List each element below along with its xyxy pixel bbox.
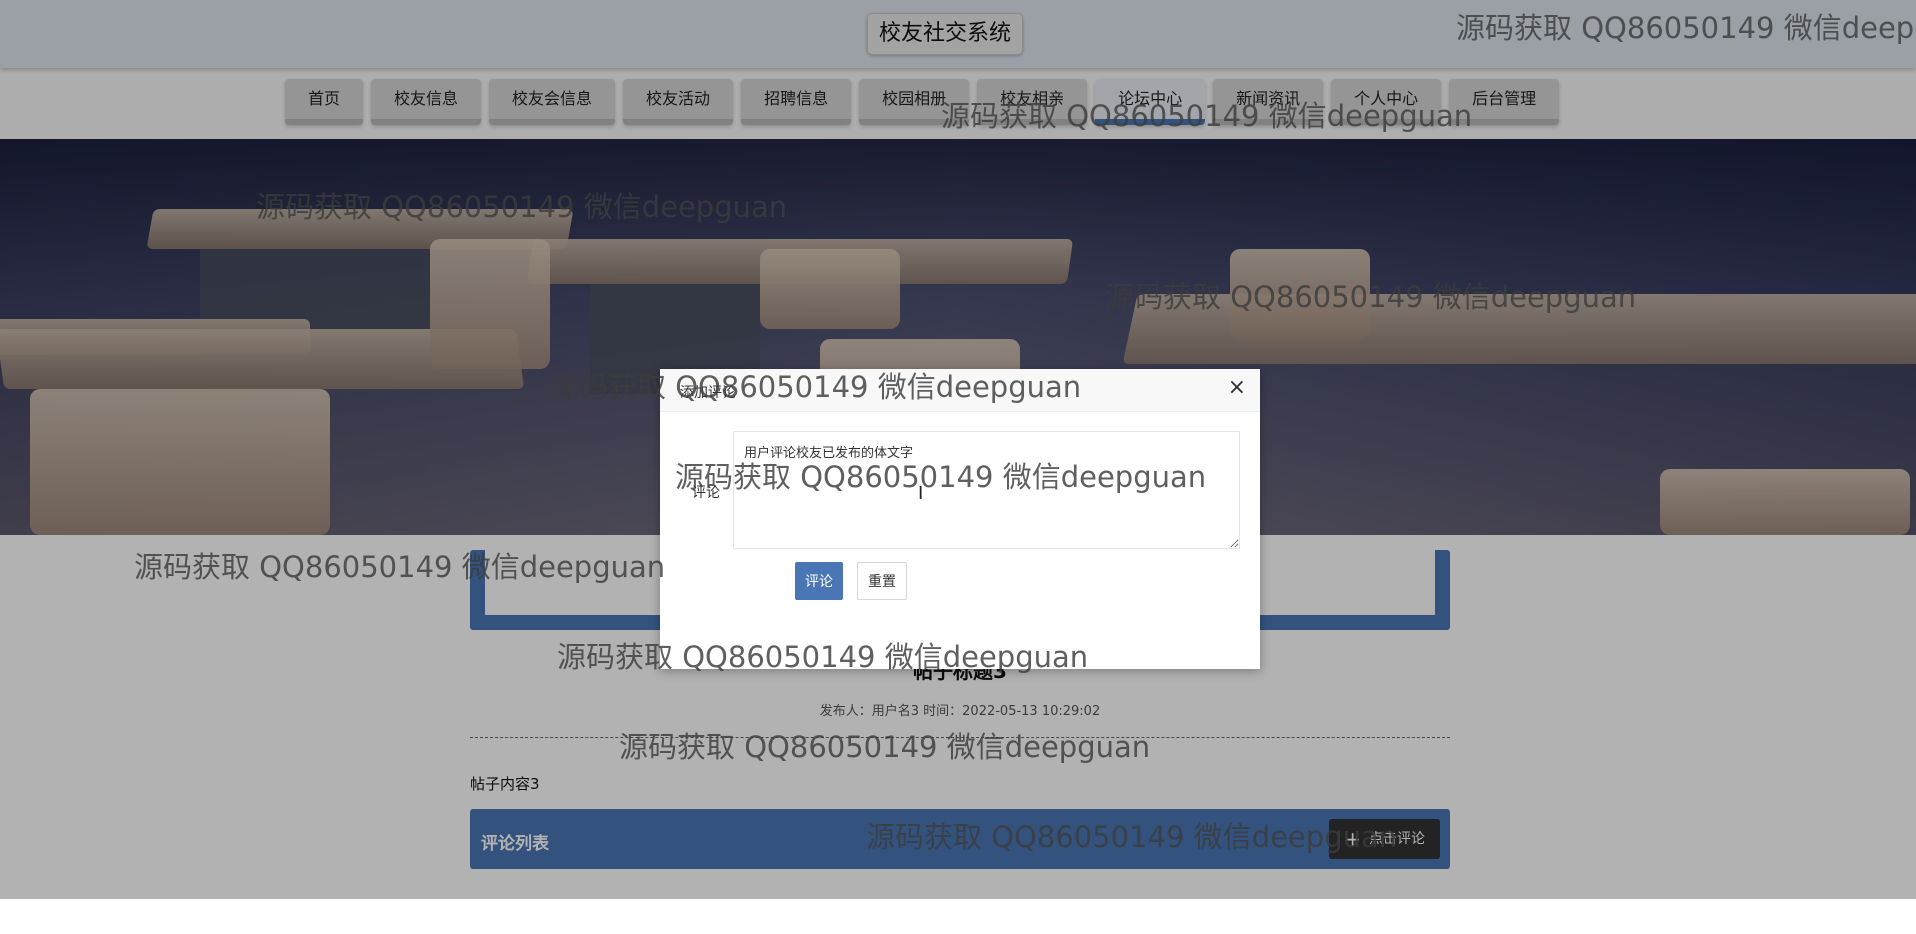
close-icon[interactable]: ×: [1228, 375, 1246, 400]
text-cursor-icon: I: [918, 483, 924, 504]
page-root: 校友社交系统 首页 校友信息 校友会信息 校友活动 招聘信息 校园相册 校友相亲…: [0, 0, 1916, 934]
reset-button[interactable]: 重置: [857, 562, 907, 600]
dialog-title: 添加评论: [680, 385, 736, 401]
comment-field-label: 评论: [692, 485, 720, 501]
submit-comment-button[interactable]: 评论: [795, 562, 843, 600]
dialog-header: 添加评论 ×: [660, 369, 1260, 412]
add-comment-dialog: 添加评论 × 评论 用户评论校友已发布的体文字 I 评论 重置: [660, 369, 1260, 669]
comment-textarea[interactable]: 用户评论校友已发布的体文字: [733, 431, 1240, 549]
